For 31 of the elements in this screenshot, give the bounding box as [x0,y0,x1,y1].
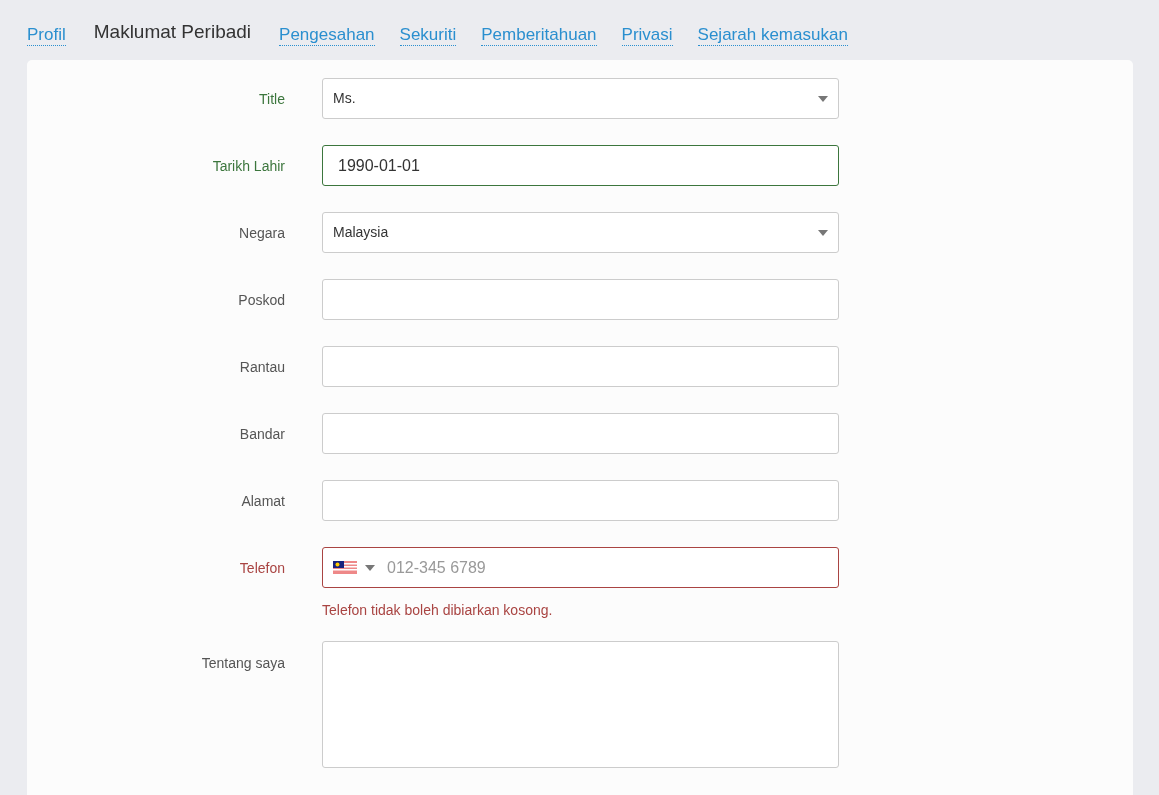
field-label: Negara [238,224,285,243]
phone-number-input[interactable]: 012-345 6789 [387,555,828,580]
flag-icon[interactable] [333,561,357,574]
error-message: Telefon tidak boleh dibiarkan kosong. [322,601,554,620]
caret-icon [818,229,828,236]
field-label: Poskod [237,291,285,310]
tab[interactable]: Pemberitahuan [481,25,597,46]
tab[interactable]: Profil [27,25,66,46]
input-field[interactable] [322,279,839,320]
caret-icon [818,95,828,102]
select-field[interactable]: Ms. [322,78,839,119]
tab[interactable]: Maklumat Peribadi [90,17,255,46]
tab[interactable]: Sekuriti [399,25,457,46]
input-field[interactable] [322,480,839,521]
tab[interactable]: Sejarah kemasukan [697,25,848,46]
field-label: Title [258,90,285,109]
tab[interactable]: Pengesahan [279,25,375,46]
textarea-field[interactable] [322,641,839,768]
tab[interactable]: Privasi [621,25,673,46]
input-field[interactable] [322,413,839,454]
phone-field[interactable]: 012-345 6789 [322,547,839,588]
field-label: Tentang saya [200,654,285,673]
caret-icon [365,564,375,571]
field-label: Rantau [238,358,285,377]
field-label: Alamat [240,492,285,511]
input-field[interactable]: 1990-01-01 [322,145,839,186]
input-field[interactable] [322,346,839,387]
select-field[interactable]: Malaysia [322,212,839,253]
field-label: Telefon [238,559,285,578]
field-label: Tarikh Lahir [211,157,285,176]
field-label: Bandar [238,425,285,444]
